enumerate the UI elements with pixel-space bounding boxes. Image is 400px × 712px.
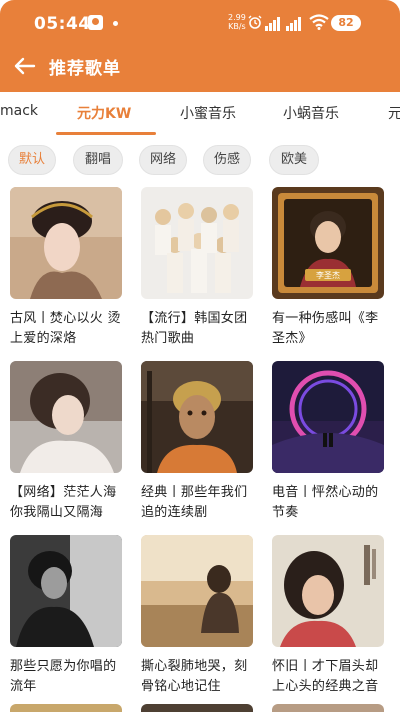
playlist-cover[interactable] [272, 535, 384, 647]
net-speed-value: 2.99 [228, 13, 246, 22]
playlist-card[interactable]: 【网络】茫茫人海你我隔山又隔海 [10, 361, 122, 523]
playlist-title: 电音丨怦然心动的节奏 [272, 485, 379, 520]
filter-chips: 默认 翻唱 网络 伤感 欧美 [0, 145, 400, 177]
playlist-cover[interactable] [10, 187, 122, 299]
signal-icon [265, 17, 301, 31]
playlist-card[interactable]: 经典丨那些年我们追的连续剧 [141, 361, 253, 523]
chip-default[interactable]: 默认 [8, 145, 56, 175]
playlist-cover[interactable] [141, 361, 253, 473]
tab-mack[interactable]: mack [0, 103, 38, 119]
status-time: 05:44 [34, 14, 91, 34]
playlist-title: 古风丨焚心以火 烫上爱的深烙 [10, 311, 121, 346]
tab-indicator [56, 132, 156, 135]
tab-xiaomi-music[interactable]: 小蜜音乐 [180, 103, 236, 123]
playlist-cover[interactable] [272, 361, 384, 473]
header: 05:44 2.99 KB/s 82 推荐歌单 [0, 0, 400, 92]
playlist-card[interactable]: 【流行】韩国女团热门歌曲 [141, 187, 253, 349]
playlist-title: 经典丨那些年我们追的连续剧 [141, 485, 248, 520]
playlist-cover[interactable] [141, 535, 253, 647]
app-bar: 推荐歌单 [0, 48, 400, 88]
source-tabs: mack 元力KW 小蜜音乐 小蜗音乐 元 [0, 92, 400, 136]
playlist-title: 有一种伤感叫《李圣杰》 [272, 311, 379, 346]
notification-icon [88, 15, 103, 30]
wifi-icon [309, 14, 329, 30]
playlist-card[interactable]: 怀旧丨才下眉头却上心头的经典之音 [272, 535, 384, 697]
net-speed-unit: KB/s [228, 22, 246, 31]
tab-yuanli-kw[interactable]: 元力KW [77, 103, 131, 123]
playlist-cover[interactable] [10, 361, 122, 473]
playlist-cover[interactable] [10, 535, 122, 647]
tab-yuan-partial[interactable]: 元 [388, 103, 400, 123]
cover-caption: 李圣杰 [316, 271, 340, 280]
dot-icon [113, 21, 118, 26]
playlist-cover[interactable]: 李圣杰 [272, 187, 384, 299]
back-arrow-icon[interactable] [10, 52, 38, 80]
playlist-title: 怀旧丨才下眉头却上心头的经典之音 [272, 659, 379, 694]
playlist-card[interactable]: 撕心裂肺地哭，刻骨铭心地记住 [141, 535, 253, 697]
net-speed: 2.99 KB/s [228, 13, 246, 31]
playlist-title: 【网络】茫茫人海你我隔山又隔海 [10, 485, 117, 520]
playlist-cover-partial[interactable] [10, 704, 122, 712]
playlist-cover-partial[interactable] [141, 704, 253, 712]
playlist-title: 那些只愿为你唱的流年 [10, 659, 117, 694]
playlist-title: 【流行】韩国女团热门歌曲 [141, 311, 248, 346]
tab-xiaowo-music[interactable]: 小蜗音乐 [283, 103, 339, 123]
chip-western[interactable]: 欧美 [269, 145, 319, 175]
playlist-card[interactable]: 那些只愿为你唱的流年 [10, 535, 122, 697]
chip-sad[interactable]: 伤感 [203, 145, 251, 175]
alarm-icon [248, 15, 262, 29]
chip-cover[interactable]: 翻唱 [73, 145, 123, 175]
playlist-card[interactable]: 电音丨怦然心动的节奏 [272, 361, 384, 523]
battery-indicator: 82 [331, 15, 361, 31]
status-bar: 05:44 2.99 KB/s 82 [0, 0, 400, 48]
chip-network[interactable]: 网络 [139, 145, 187, 175]
playlist-title: 撕心裂肺地哭，刻骨铭心地记住 [141, 659, 248, 694]
playlist-card[interactable]: 古风丨焚心以火 烫上爱的深烙 [10, 187, 122, 349]
playlist-cover[interactable] [141, 187, 253, 299]
playlist-cover-partial[interactable] [272, 704, 384, 712]
playlist-card[interactable]: 李圣杰 有一种伤感叫《李圣杰》 [272, 187, 384, 349]
page-title: 推荐歌单 [49, 59, 121, 79]
